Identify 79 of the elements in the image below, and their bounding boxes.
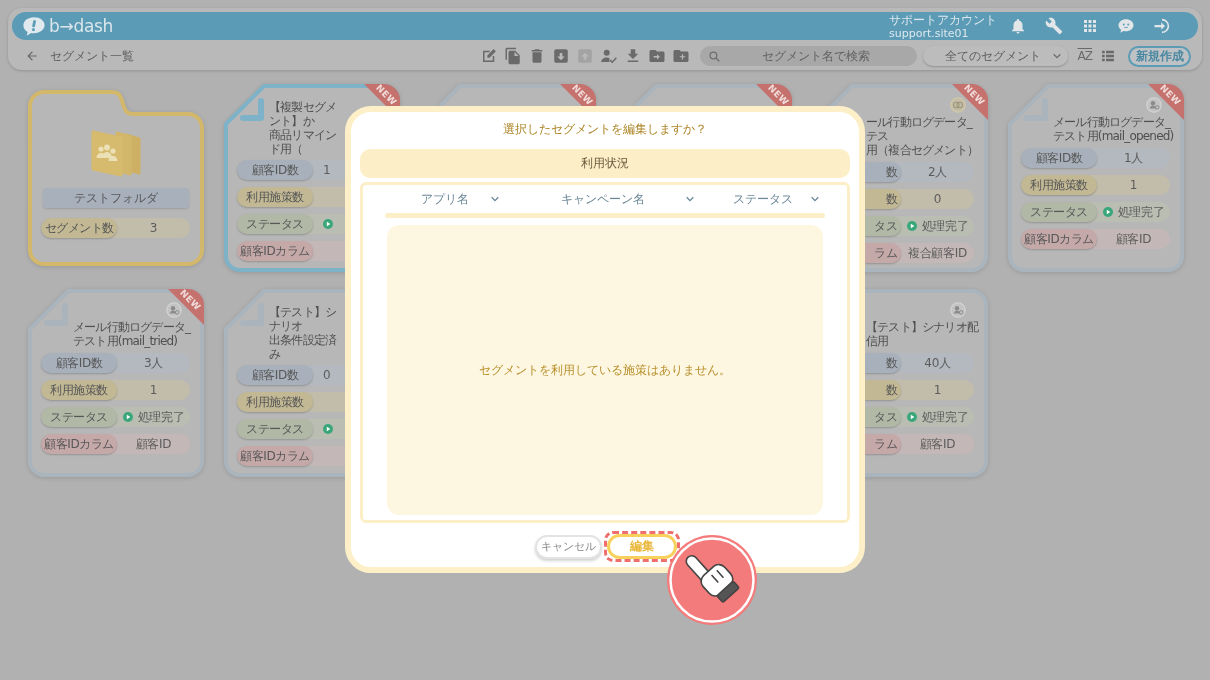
list-view-icon[interactable] — [1100, 48, 1116, 64]
search-icon — [707, 49, 721, 63]
person-sync-icon — [950, 302, 966, 318]
stat-label: 顧客ID数 — [237, 160, 313, 180]
chevron-down-icon — [685, 194, 695, 204]
stat-label: タス — [865, 216, 901, 236]
segment-title: 【複製セグメント】か — [269, 100, 338, 128]
person-sync-icon — [1146, 97, 1162, 113]
stat-label: 数 — [865, 189, 901, 209]
play-status-icon — [323, 219, 333, 229]
play-status-icon — [122, 412, 133, 422]
logo-text: b→dash — [49, 16, 114, 36]
stat-label: 利用施策数 — [41, 380, 117, 400]
stat-label: ステータス — [237, 419, 313, 439]
account-id: support.site01 — [889, 26, 970, 40]
column-header[interactable]: キャンペーン名 — [505, 185, 700, 213]
chevron-down-icon — [490, 194, 500, 204]
segment-title: 【テスト】シナリオ配信用 — [866, 320, 980, 348]
stat-label: 顧客ID数 — [237, 365, 313, 385]
stat-label: 顧客IDカラム — [41, 434, 117, 454]
stat-label: 顧客IDカラム — [237, 446, 313, 466]
bell-icon[interactable] — [1009, 17, 1027, 35]
segment-title: 用（複合セグメント） — [866, 143, 979, 157]
segment-title: 商品リマインド用（ — [269, 128, 338, 156]
segment-title: 出条件設定済み — [269, 333, 338, 361]
new-segment-button[interactable]: 新規作成 — [1128, 45, 1191, 67]
play-status-icon — [906, 412, 917, 422]
chat-face-icon[interactable] — [1117, 17, 1135, 35]
play-status-icon — [906, 221, 917, 231]
login-arrow-icon[interactable] — [1153, 17, 1171, 35]
segment-title: 【テスト】シナリオ — [269, 305, 338, 333]
stat-label: ステータス — [1021, 202, 1097, 222]
stat-label: タス — [865, 407, 901, 427]
page-title: セグメント一覧 — [50, 48, 134, 64]
folder-plus-icon[interactable] — [671, 47, 690, 65]
logo-bubble-icon — [22, 15, 46, 37]
stat-label: ステータス — [41, 407, 117, 427]
copy-icon[interactable] — [503, 47, 522, 65]
folder-card[interactable]: テストフォルダ セグメント数 3 — [28, 90, 204, 266]
stat-label: ラム — [865, 243, 901, 263]
stat-label: ステータス — [237, 214, 313, 234]
status-text: 処理完了 — [921, 217, 969, 235]
folder-arrow-icon[interactable] — [647, 47, 666, 65]
stat-label: セグメント数 — [41, 218, 117, 238]
folder-name: テストフォルダ — [43, 188, 189, 208]
search-field[interactable]: セグメント名で検索 — [699, 46, 917, 66]
status-text: 処理完了 — [1117, 203, 1165, 221]
stat-label: 顧客IDカラム — [1021, 229, 1097, 249]
status-text: 処理完了 — [921, 408, 969, 426]
play-status-icon — [323, 424, 333, 434]
stat-label: 利用施策数 — [1021, 175, 1097, 195]
segment-filter-dropdown[interactable]: 全てのセグメント — [922, 46, 1068, 66]
stat-label: 利用施策数 — [237, 187, 313, 207]
user-check-icon[interactable] — [599, 47, 618, 65]
status-text: 処理完了 — [137, 408, 185, 426]
empty-message: セグメントを利用している施策はありません。 — [479, 361, 731, 379]
stat-label: 顧客ID数 — [1021, 148, 1097, 168]
stat-label: 顧客ID数 — [41, 353, 117, 373]
sort-az-button[interactable]: AZ — [1077, 49, 1092, 63]
back-arrow-icon[interactable] — [25, 49, 39, 63]
stat-label: 数 — [865, 380, 901, 400]
apps-grid-icon[interactable] — [1081, 17, 1099, 35]
cancel-button[interactable]: キャンセル — [535, 534, 602, 559]
account-name: サポートアカウント — [889, 12, 997, 27]
linked-rings-icon — [950, 97, 966, 113]
stat-label: 数 — [865, 353, 901, 373]
play-status-icon — [1102, 207, 1113, 217]
archive-box-icon[interactable] — [551, 47, 570, 65]
chevron-down-icon — [810, 194, 820, 204]
section-header: 利用状況 — [360, 149, 850, 178]
chevron-down-icon — [1051, 51, 1062, 61]
wrench-icon[interactable] — [1045, 17, 1063, 35]
person-sync-icon — [166, 302, 182, 318]
stat-label: 顧客IDカラム — [237, 241, 313, 261]
dialog-question: 選択したセグメントを編集しますか？ — [502, 122, 708, 137]
folded-corner-icon — [240, 98, 264, 121]
stat-label: ラム — [865, 434, 901, 454]
stat-label: 利用施策数 — [237, 392, 313, 412]
stat-label: 数 — [865, 162, 901, 182]
